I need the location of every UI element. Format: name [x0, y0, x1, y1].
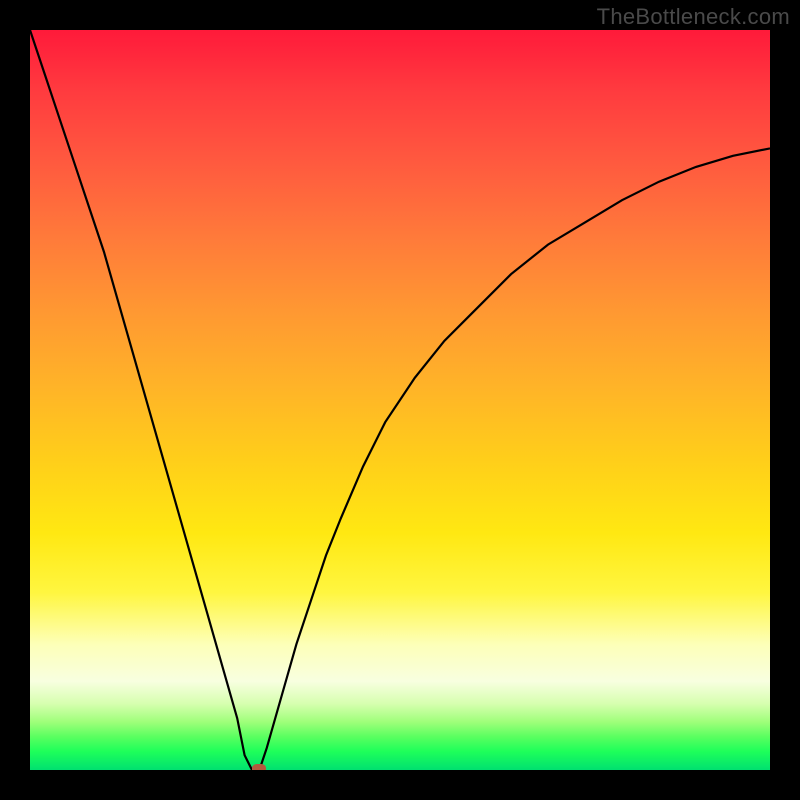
plot-area	[30, 30, 770, 770]
watermark-text: TheBottleneck.com	[597, 4, 790, 30]
bottleneck-curve	[30, 30, 770, 770]
minimum-marker	[252, 764, 266, 770]
curve-path	[30, 30, 770, 770]
chart-frame: TheBottleneck.com	[0, 0, 800, 800]
